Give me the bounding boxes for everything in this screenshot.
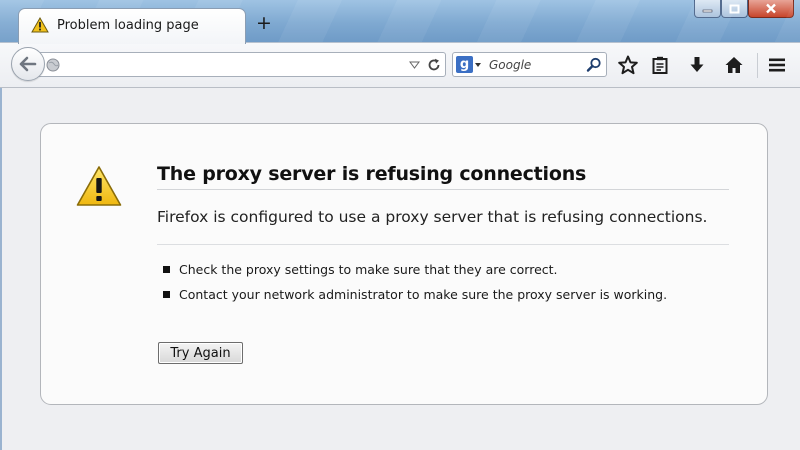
divider <box>157 244 729 245</box>
search-input[interactable] <box>489 56 581 74</box>
google-g-icon: g <box>456 56 473 73</box>
maximize-icon <box>729 4 740 13</box>
back-button[interactable] <box>11 47 45 81</box>
list-item: Check the proxy settings to make sure th… <box>163 262 667 287</box>
page-content: The proxy server is refusing connections… <box>0 88 800 450</box>
close-button[interactable] <box>748 0 794 18</box>
alert-triangle-icon <box>76 166 122 206</box>
search-bar: g <box>452 52 607 77</box>
tab-title: Problem loading page <box>57 18 199 33</box>
warning-icon <box>31 17 49 33</box>
back-arrow-icon <box>19 56 37 72</box>
url-bar[interactable] <box>36 52 446 77</box>
navigation-toolbar: g <box>0 42 800 88</box>
minimize-icon <box>702 9 713 12</box>
globe-icon <box>46 58 60 72</box>
suggestion-list: Check the proxy settings to make sure th… <box>163 262 667 312</box>
error-panel: The proxy server is refusing connections… <box>40 123 768 405</box>
search-engine-button[interactable]: g <box>456 56 488 73</box>
try-again-button[interactable]: Try Again <box>158 342 243 364</box>
minimize-button[interactable] <box>694 0 721 18</box>
error-title: The proxy server is refusing connections <box>157 163 729 190</box>
list-item: Contact your network administrator to ma… <box>163 287 667 312</box>
bullet-icon <box>163 291 170 298</box>
new-tab-button[interactable]: + <box>254 14 274 34</box>
suggestion-text: Check the proxy settings to make sure th… <box>179 262 558 277</box>
close-icon <box>766 3 776 14</box>
hamburger-menu-icon[interactable] <box>767 55 787 75</box>
reload-icon[interactable] <box>426 57 442 73</box>
toolbar-separator <box>757 53 758 78</box>
tab-problem-loading-page[interactable]: Problem loading page <box>18 8 246 44</box>
clipboard-icon[interactable] <box>650 55 670 75</box>
browser-window: Problem loading page + g Google The prox… <box>0 0 800 450</box>
maximize-button[interactable] <box>721 0 748 18</box>
bullet-icon <box>163 266 170 273</box>
home-icon[interactable] <box>724 55 744 75</box>
title-bar: Problem loading page + <box>0 0 800 44</box>
error-description: Firefox is configured to use a proxy ser… <box>157 208 708 226</box>
download-arrow-icon[interactable] <box>687 55 707 75</box>
dropdown-triangle-icon[interactable] <box>409 61 420 69</box>
suggestion-text: Contact your network administrator to ma… <box>179 287 668 302</box>
search-magnifier-icon[interactable] <box>586 57 602 73</box>
engine-dropdown-icon <box>475 62 481 67</box>
star-icon[interactable] <box>618 55 638 75</box>
